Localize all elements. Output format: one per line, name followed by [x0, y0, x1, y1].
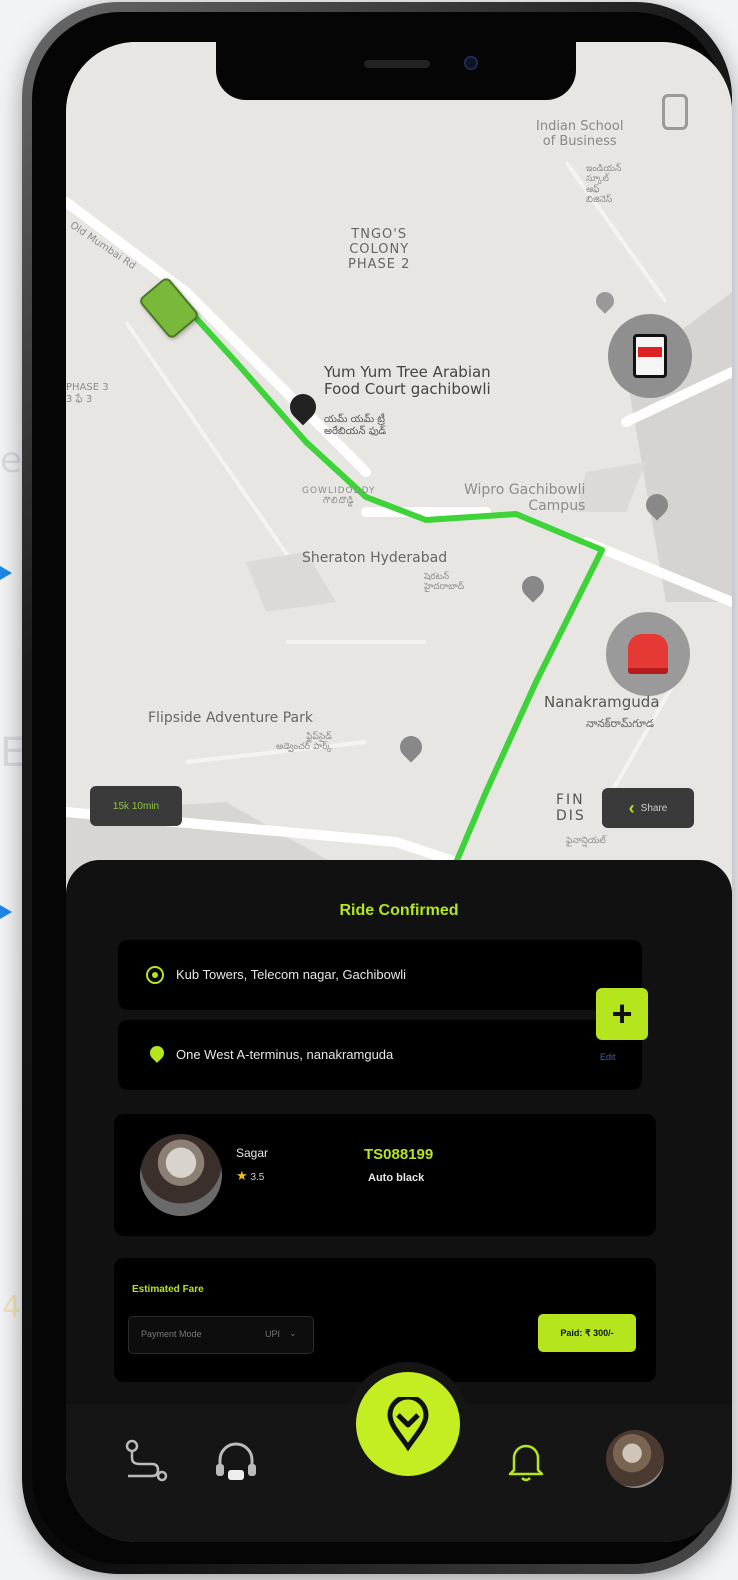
pay-button[interactable]: Paid: ₹ 300/-: [538, 1314, 636, 1352]
share-label: Share: [640, 802, 668, 814]
payment-mode-value: UPI: [265, 1329, 281, 1339]
vehicle-type: Auto black: [368, 1172, 425, 1184]
vehicle-number: TS088199: [364, 1146, 434, 1163]
location-pin-icon: [387, 1397, 429, 1451]
background-arrow: [0, 905, 12, 919]
payment-mode-label: Payment Mode: [141, 1329, 202, 1339]
map-label-nanakramguda: Nanakramguda: [544, 693, 660, 711]
eta-chip: 15k 10min: [90, 786, 182, 826]
share-arrow-icon: ‹: [628, 797, 635, 818]
pickup-target-icon: [146, 966, 164, 984]
pickup-address: Kub Towers, Telecom nagar, Gachibowli: [176, 967, 407, 982]
estimated-fare-label: Estimated Fare: [132, 1284, 204, 1295]
map-label-fin-district-te: ఫైనాన్షియల్: [566, 836, 606, 846]
map-view[interactable]: Indian School of Business ఇండియన్ స్కూల్…: [66, 42, 732, 902]
jar-poi-badge-icon: [608, 314, 692, 398]
map-label-yumyum: Yum Yum Tree Arabian Food Court gachibow…: [324, 363, 491, 399]
driver-info-card[interactable]: Sagar ★ 3.5 TS088199 Auto black: [114, 1114, 656, 1236]
map-label-gowlidoddy: GOWLIDODDY గౌలిదొడ్డి: [302, 486, 376, 507]
ride-status-title: Ride Confirmed: [339, 902, 459, 919]
home-location-button[interactable]: [356, 1372, 460, 1476]
map-label-fin-district: FIN DIS: [556, 792, 586, 825]
background-ghost-letter: 4: [2, 1290, 22, 1325]
payment-mode-dropdown[interactable]: Payment Mode UPI ⌄: [128, 1316, 314, 1354]
driver-rating: ★ 3.5: [236, 1168, 264, 1184]
bell-icon[interactable]: [506, 1438, 546, 1482]
add-stop-button[interactable]: +: [596, 988, 648, 1040]
profile-avatar[interactable]: [606, 1430, 664, 1488]
app-screen: Indian School of Business ఇండియన్ స్కూల్…: [66, 42, 732, 1542]
map-label-flipside-te: ఫ్లిప్‌సైడ్ అడ్వెంచర్ పార్క్: [276, 732, 332, 753]
fare-card: Estimated Fare Payment Mode UPI ⌄ Paid: …: [114, 1258, 656, 1382]
map-label-nanakramguda-te: నానక్‌రామ్‌గూడ: [586, 717, 655, 730]
background-ghost-letter: e: [0, 440, 23, 481]
siren-poi-badge-icon: [606, 612, 690, 696]
map-label-flipside: Flipside Adventure Park: [148, 710, 313, 726]
map-label-indian-school-te: ఇండియన్ స్కూల్ ఆఫ్ బిజినెస్: [586, 164, 622, 206]
share-button[interactable]: ‹ Share: [602, 788, 694, 828]
front-camera: [464, 56, 478, 70]
map-label-tngo-colony: TNGO'S COLONY PHASE 2: [348, 227, 411, 272]
speaker-grille: [364, 60, 430, 68]
phone-notch: [216, 42, 576, 100]
map-label-phase3: PHASE 3 3 ఫే 3: [66, 382, 109, 405]
drop-pin-icon: [147, 1043, 167, 1063]
map-label-sheraton-te: షెరటన్ హైదరాబాద్: [424, 572, 465, 593]
route-icon[interactable]: [122, 1438, 170, 1484]
background-arrow: [0, 566, 12, 580]
pay-button-label: Paid: ₹ 300/-: [560, 1327, 614, 1338]
support-headset-icon[interactable]: [212, 1438, 260, 1486]
eta-chip-label: 15k 10min: [112, 800, 160, 812]
driver-name: Sagar: [236, 1146, 269, 1160]
map-label-yumyum-te: యమ్ యమ్ ట్రీ అరేబియన్ ఫుడ్: [324, 414, 387, 437]
chevron-down-icon: ⌄: [289, 1328, 297, 1338]
driver-avatar: [140, 1134, 222, 1216]
drop-location-card[interactable]: One West A-terminus, nanakramguda: [118, 1020, 642, 1090]
drop-address: One West A-terminus, nanakramguda: [176, 1047, 394, 1062]
map-icon-top-right: [662, 94, 688, 130]
driver-rating-value: 3.5: [250, 1172, 265, 1183]
edit-route-link[interactable]: Edit: [600, 1052, 616, 1062]
map-base: [66, 42, 732, 902]
map-label-sheraton: Sheraton Hyderabad: [302, 550, 448, 566]
pickup-location-card[interactable]: Kub Towers, Telecom nagar, Gachibowli: [118, 940, 642, 1010]
map-label-wipro: Wipro Gachibowli Campus: [464, 482, 586, 515]
star-icon: ★: [236, 1168, 248, 1183]
map-label-indian-school: Indian School of Business: [536, 119, 624, 149]
